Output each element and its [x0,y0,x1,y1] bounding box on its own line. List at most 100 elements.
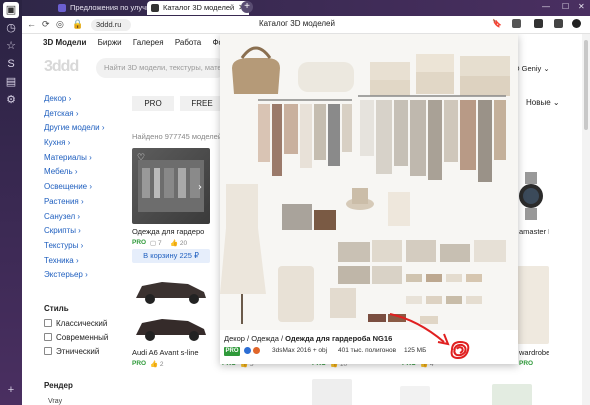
site-logo[interactable]: 3ddd [44,58,79,76]
wardrobe-items-render [220,46,510,324]
download-icon[interactable] [572,19,581,28]
category-item[interactable]: Санузел › [44,212,105,227]
minimize-icon[interactable]: — [542,2,550,11]
product-title[interactable]: Audi A6 Avant s-line [132,348,212,357]
watch-preview [519,172,543,220]
page-title: Каталог 3D моделей [259,19,335,28]
tab-bar: Предложения по улучше Каталог 3D моделей… [22,0,590,16]
car-preview [136,282,206,304]
filter-pro-button[interactable]: PRO [132,96,174,111]
tab-favicon [58,4,66,12]
red-arrow-annotation [389,313,450,346]
style-modern-checkbox[interactable]: Современный [44,333,108,342]
product-title[interactable]: amaster D [519,227,549,236]
tab-favicon [151,4,159,12]
search-input[interactable]: Найти 3D модели, текстуры, мате [96,58,226,78]
product-thumbnail[interactable]: › ♡ [132,148,210,224]
new-tab-button[interactable]: + [241,1,253,13]
add-panel-icon[interactable]: + [3,382,19,398]
category-list: Декор › Детская › Другие модели › Кухня … [44,94,105,285]
bookmark-icon[interactable]: 🔖 [492,19,502,28]
results-count: Найдено 977745 моделей [132,132,223,141]
extension-icon[interactable] [512,19,521,28]
lock-icon: 🔒 [72,19,84,29]
category-item[interactable]: Освещение › [44,182,105,197]
style-classic-checkbox[interactable]: Классический [44,319,107,328]
pro-badge: PRO [132,239,147,246]
preview-image [220,34,518,330]
pro-badge: PRO [519,360,534,367]
nav-work[interactable]: Работа [175,38,201,47]
url-field[interactable]: 3ddd.ru [91,19,131,31]
extension-icon[interactable] [554,19,563,28]
add-to-cart-button[interactable]: В корзину 225 ₽ [132,249,210,263]
notes-icon[interactable]: ▤ [3,74,19,90]
extension-icon[interactable] [534,19,543,28]
site-nav: 3D Модели Биржи Галерея Работа Форум [43,38,246,47]
software-version: 3dsMax 2016 + obj [272,347,328,354]
category-item[interactable]: Растения › [44,197,105,212]
likes-count: 👍 2 [150,361,164,368]
product-thumbnail[interactable] [517,152,549,222]
product-thumbnail[interactable] [517,266,549,344]
refresh-icon[interactable]: ⟳ [42,19,50,30]
category-item[interactable]: Техника › [44,256,105,271]
polygon-count: 401 тыс. полигонов [338,347,397,354]
filter-free-button[interactable]: FREE [180,96,224,111]
pro-badge: PRO [132,360,147,367]
software-icons [244,347,260,356]
back-icon[interactable]: ← [27,19,36,29]
wardrobe-preview: › ♡ [137,153,204,212]
nav-3d-models[interactable]: 3D Модели [43,38,86,47]
render-heading: Рендер [44,381,73,390]
bookmarks-icon[interactable]: ☆ [3,38,19,54]
car-preview [136,319,206,341]
views-count: ▢ 7 [150,240,162,247]
pro-badge: PRO [224,347,240,356]
category-item[interactable]: Скрипты › [44,226,105,241]
likes-count: 👍 20 [170,240,188,247]
red-scribble-annotation [450,340,470,360]
category-item[interactable]: Детская › [44,109,105,124]
nav-stock[interactable]: Биржи [98,38,122,47]
scrollbar-thumb[interactable] [584,40,588,130]
tab-catalog[interactable]: Каталог 3D моделей ✕ [147,1,249,15]
product-title[interactable]: Одежда для гардеро [132,227,212,236]
protect-icon[interactable]: ◎ [56,19,64,30]
category-item[interactable]: Декор › [44,94,105,109]
product-thumbnail[interactable] [492,384,532,405]
category-item[interactable]: Другие модели › [44,123,105,138]
svg-text:›: › [198,182,202,193]
web-page: 3D Модели Биржи Галерея Работа Форум 3dd… [22,34,582,405]
tab-label: Предложения по улучше [70,3,157,12]
category-item[interactable]: Материалы › [44,153,105,168]
render-vray-option[interactable]: Vray [48,398,62,405]
style-ethnic-checkbox[interactable]: Этнический [44,347,99,356]
downloads-icon[interactable]: S [3,56,19,72]
browser-menu-icon[interactable]: ▣ [3,2,19,18]
category-item[interactable]: Экстерьер › [44,270,105,285]
maximize-icon[interactable]: ☐ [562,2,569,11]
category-item[interactable]: Кухня › [44,138,105,153]
product-thumbnail[interactable] [400,386,430,405]
product-thumbnail[interactable] [312,379,352,405]
product-thumbnail[interactable] [132,309,210,345]
sort-dropdown[interactable]: Новые ⌄ [526,98,560,107]
product-thumbnail[interactable] [132,272,210,308]
svg-text:♡: ♡ [137,153,145,163]
nav-gallery[interactable]: Галерея [133,38,164,47]
close-window-icon[interactable]: ✕ [578,2,585,11]
file-size: 125 МБ [404,347,427,354]
category-item[interactable]: Текстуры › [44,241,105,256]
address-bar: ← ⟳ ◎ 🔒 3ddd.ru Каталог 3D моделей 🔖 [22,16,590,34]
tab-label: Каталог 3D моделей [163,3,235,12]
browser-sidebar: ▣ ◷ ☆ S ▤ ⚙ + [0,0,22,405]
product-preview-popup[interactable]: Декор / Одежда / Одежда для гардероба NG… [220,34,518,364]
page-scrollbar[interactable] [582,34,590,405]
style-heading: Стиль [44,304,69,313]
product-title[interactable]: wardrobe [519,348,549,357]
preview-breadcrumb: Декор / Одежда / Одежда для гардероба NG… [224,334,393,343]
history-icon[interactable]: ◷ [3,20,19,36]
settings-icon[interactable]: ⚙ [3,92,19,108]
category-item[interactable]: Мебель › [44,167,105,182]
